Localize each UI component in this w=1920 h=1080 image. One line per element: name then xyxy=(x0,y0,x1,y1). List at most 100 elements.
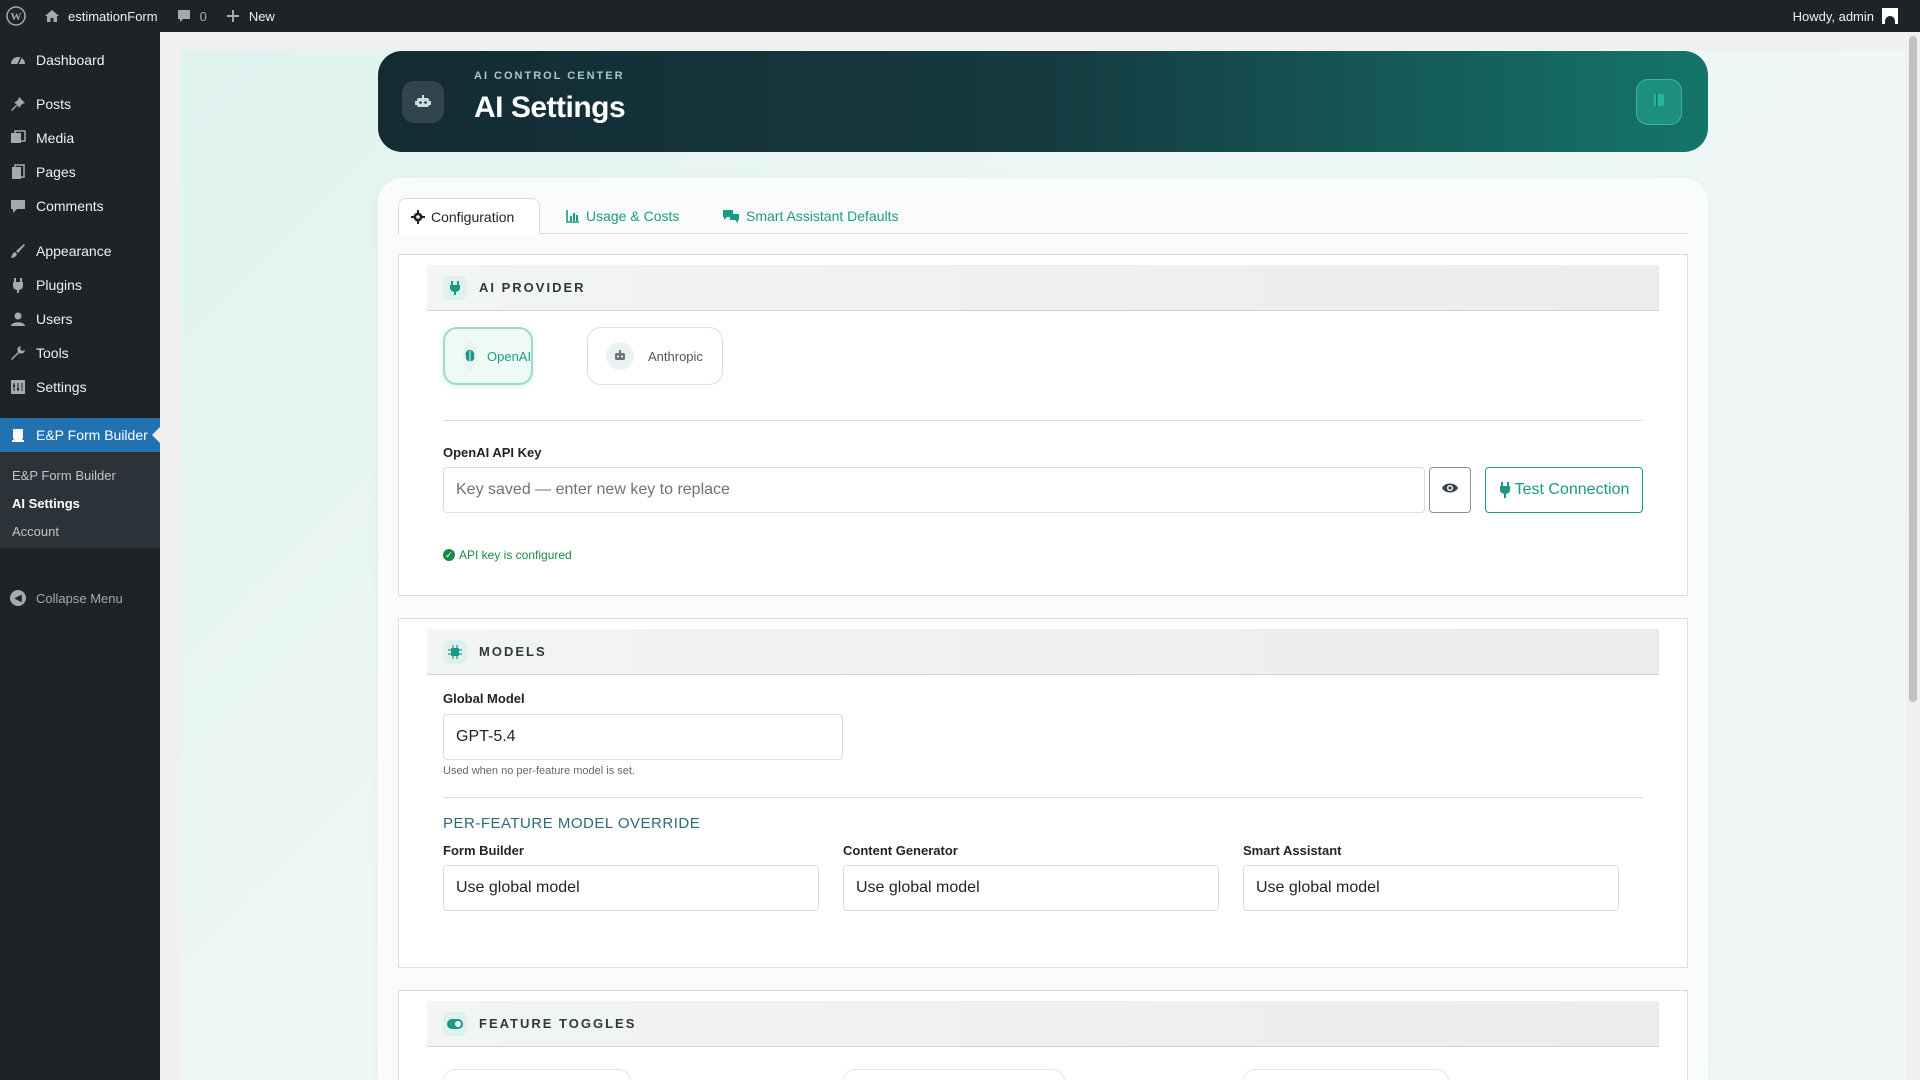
settings-icon xyxy=(10,379,26,395)
comments-link[interactable]: 0 xyxy=(166,0,215,32)
tab-bar: Configuration Usage & Costs Smart Assist… xyxy=(398,198,1688,235)
sidebar-item-label: Users xyxy=(36,311,73,327)
comment-icon xyxy=(10,198,26,214)
media-icon xyxy=(10,130,26,146)
sidebar-item-label: E&P Form Builder xyxy=(36,427,148,443)
scrollbar-thumb[interactable] xyxy=(1909,36,1917,702)
feature-toggles-section: FEATURE TOGGLES xyxy=(398,990,1688,1080)
page-title: AI Settings xyxy=(474,91,626,124)
openai-icon xyxy=(463,342,477,370)
ai-provider-header: AI PROVIDER xyxy=(427,265,1659,311)
global-model-help: Used when no per-feature model is set. xyxy=(443,765,635,777)
sidebar-item-comments[interactable]: Comments xyxy=(0,189,160,223)
toggle-icon xyxy=(443,1011,467,1036)
sidebar-item-label: Posts xyxy=(36,96,72,112)
user-icon xyxy=(10,311,26,327)
svg-text:W: W xyxy=(11,11,22,23)
admin-bar: W estimationForm 0 New Howdy, admin xyxy=(0,0,1920,32)
sidebar-item-appearance[interactable]: Appearance xyxy=(0,234,160,268)
submenu-item-account[interactable]: Account xyxy=(12,524,59,539)
page-scrollbar[interactable] xyxy=(1906,32,1920,1080)
chat-icon xyxy=(722,209,740,223)
submenu-item-ai-settings[interactable]: AI Settings xyxy=(12,496,80,511)
models-header: MODELS xyxy=(427,629,1659,675)
sidebar-item-plugins[interactable]: Plugins xyxy=(0,268,160,302)
comments-count: 0 xyxy=(199,8,207,24)
feature-toggle-card[interactable] xyxy=(1243,1069,1449,1080)
form-builder-model-label: Form Builder xyxy=(443,843,524,858)
submenu-item-form-builder[interactable]: E&P Form Builder xyxy=(12,468,116,483)
sidebar-item-label: Media xyxy=(36,130,75,146)
wordpress-logo[interactable]: W xyxy=(0,0,34,32)
sidebar-item-media[interactable]: Media xyxy=(0,121,160,155)
section-title: MODELS xyxy=(479,644,547,659)
section-title: AI PROVIDER xyxy=(479,280,586,295)
feature-toggle-card[interactable] xyxy=(843,1069,1065,1080)
test-connection-label: Test Connection xyxy=(1514,481,1630,498)
test-connection-button[interactable]: Test Connection xyxy=(1485,467,1643,513)
brush-icon xyxy=(10,243,26,259)
robot-icon xyxy=(606,342,634,370)
sidebar-item-label: Tools xyxy=(36,345,69,361)
tab-usage-costs[interactable]: Usage & Costs xyxy=(554,198,691,234)
tab-label: Configuration xyxy=(431,208,515,225)
check-circle-icon: ✓ xyxy=(443,549,455,561)
collapse-menu-button[interactable]: ◀ Collapse Menu xyxy=(10,590,123,606)
home-icon xyxy=(42,6,62,26)
plug-icon xyxy=(443,275,467,300)
provider-label: OpenAI xyxy=(487,348,532,364)
form-builder-submenu: E&P Form Builder AI Settings Account xyxy=(0,452,160,548)
page-header: AI CONTROL CENTER AI Settings xyxy=(378,51,1708,152)
tab-smart-assistant-defaults[interactable]: Smart Assistant Defaults xyxy=(710,198,911,234)
new-content-link[interactable]: New xyxy=(215,0,283,32)
eye-icon xyxy=(1441,481,1459,500)
sidebar-item-pages[interactable]: Pages xyxy=(0,155,160,189)
global-model-select[interactable]: GPT-5.4 xyxy=(443,714,843,760)
sidebar-item-posts[interactable]: Posts xyxy=(0,87,160,121)
models-divider xyxy=(443,797,1643,798)
provider-option-anthropic[interactable]: Anthropic xyxy=(587,327,723,385)
models-section: MODELS Global Model GPT-5.4 Used when no… xyxy=(398,618,1688,968)
sidebar-item-users[interactable]: Users xyxy=(0,302,160,336)
plus-icon xyxy=(223,6,243,26)
sidebar-item-label: Settings xyxy=(36,379,87,395)
tab-label: Usage & Costs xyxy=(586,208,680,224)
sidebar-item-form-builder[interactable]: E&P Form Builder xyxy=(0,418,160,452)
my-account[interactable]: Howdy, admin xyxy=(1793,8,1920,24)
dashboard-icon xyxy=(10,52,26,68)
collapse-label: Collapse Menu xyxy=(36,590,123,606)
override-heading: PER-FEATURE MODEL OVERRIDE xyxy=(443,815,701,832)
plug-icon xyxy=(1499,482,1511,498)
wordpress-icon: W xyxy=(6,6,26,26)
smart-assistant-model-label: Smart Assistant xyxy=(1243,843,1342,858)
sidebar-item-settings[interactable]: Settings xyxy=(0,370,160,404)
docs-button[interactable] xyxy=(1636,79,1682,125)
sidebar-item-label: Appearance xyxy=(36,243,112,259)
content-generator-model-label: Content Generator xyxy=(843,843,958,858)
comment-bubble-icon xyxy=(174,6,194,26)
chip-icon xyxy=(443,639,467,664)
sidebar-item-label: Plugins xyxy=(36,277,82,293)
pages-icon xyxy=(10,164,26,180)
robot-icon xyxy=(402,81,444,123)
tab-configuration[interactable]: Configuration xyxy=(398,198,540,235)
header-kicker: AI CONTROL CENTER xyxy=(474,70,625,82)
howdy-text: Howdy, admin xyxy=(1792,8,1874,24)
feature-toggles-header: FEATURE TOGGLES xyxy=(427,1001,1659,1047)
form-builder-icon xyxy=(10,427,26,443)
sidebar-item-dashboard[interactable]: Dashboard xyxy=(0,43,160,77)
smart-assistant-model-select[interactable]: Use global model xyxy=(1243,865,1619,911)
wrench-icon xyxy=(10,345,26,361)
api-key-input[interactable]: Key saved — enter new key to replace xyxy=(443,467,1425,513)
gear-icon xyxy=(411,209,425,224)
feature-toggle-card[interactable] xyxy=(443,1069,631,1080)
site-name-link[interactable]: estimationForm xyxy=(34,0,166,32)
sidebar-item-label: Pages xyxy=(36,164,76,180)
content-generator-model-select[interactable]: Use global model xyxy=(843,865,1219,911)
sidebar-item-tools[interactable]: Tools xyxy=(0,336,160,370)
form-builder-model-select[interactable]: Use global model xyxy=(443,865,819,911)
provider-option-openai[interactable]: OpenAI xyxy=(443,327,533,385)
sidebar-item-label: Dashboard xyxy=(36,52,105,68)
book-icon xyxy=(1651,92,1667,113)
toggle-key-visibility-button[interactable] xyxy=(1429,467,1471,513)
